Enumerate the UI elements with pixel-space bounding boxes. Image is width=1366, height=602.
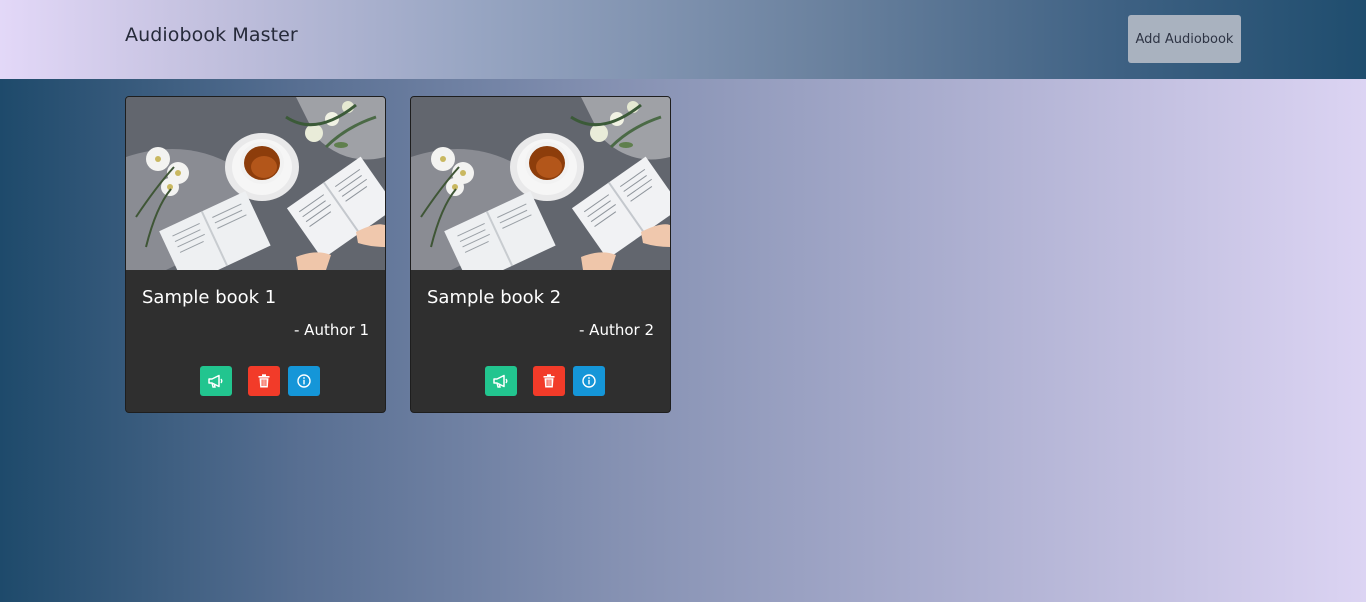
book-actions (200, 366, 320, 396)
megaphone-icon (208, 374, 223, 388)
book-cover-image (411, 97, 670, 270)
book-author: - Author 1 (294, 321, 369, 339)
delete-button[interactable] (533, 366, 565, 396)
book-card: Sample book 2 - Author 2 (410, 96, 671, 413)
announce-button[interactable] (200, 366, 232, 396)
book-author: - Author 2 (579, 321, 654, 339)
book-card: Sample book 1 - Author 1 (125, 96, 386, 413)
announce-button[interactable] (485, 366, 517, 396)
info-button[interactable] (288, 366, 320, 396)
app-brand[interactable]: Audiobook Master (125, 24, 298, 46)
book-title: Sample book 1 (142, 287, 277, 308)
info-button[interactable] (573, 366, 605, 396)
add-audiobook-button[interactable]: Add Audiobook (1128, 15, 1241, 63)
book-cover-image (126, 97, 385, 270)
delete-button[interactable] (248, 366, 280, 396)
info-circle-icon (582, 374, 596, 388)
info-circle-icon (297, 374, 311, 388)
book-actions (485, 366, 605, 396)
trash-icon (543, 374, 555, 388)
megaphone-icon (493, 374, 508, 388)
trash-icon (258, 374, 270, 388)
top-navbar: Audiobook Master Add Audiobook (0, 0, 1366, 79)
book-title: Sample book 2 (427, 287, 562, 308)
